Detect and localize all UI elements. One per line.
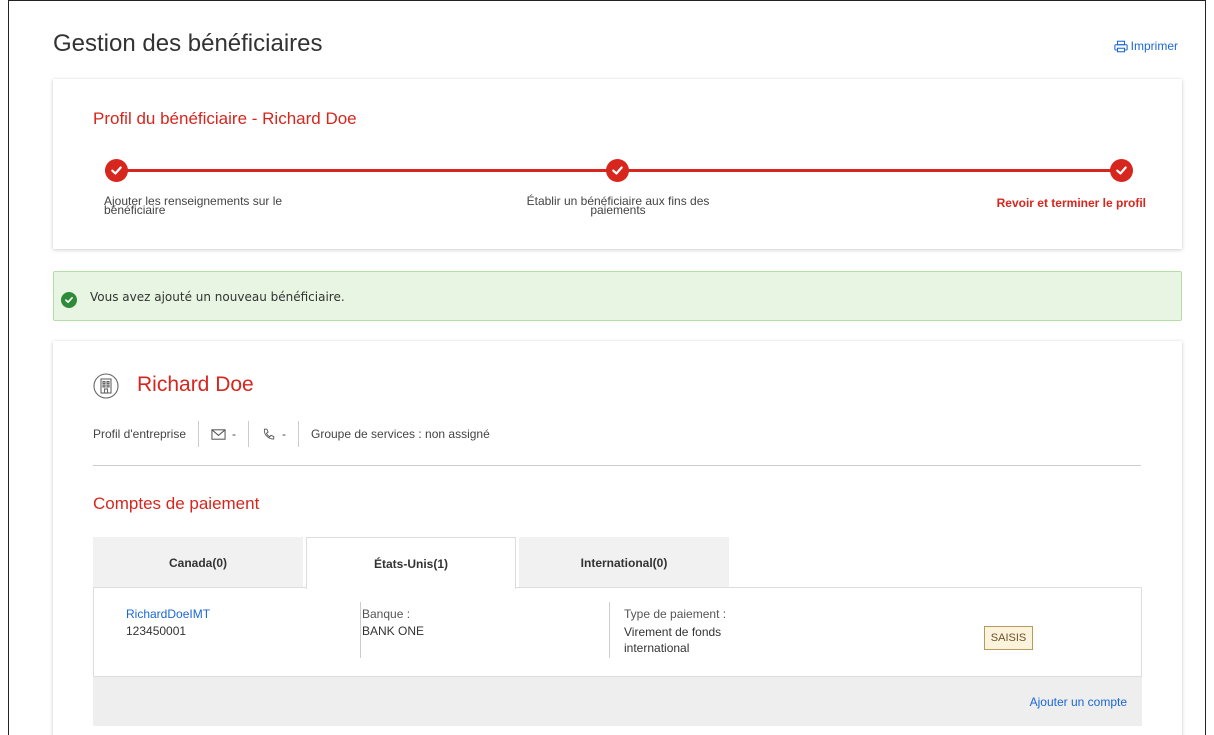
beneficiary-name: Richard Doe (137, 373, 254, 396)
email-info: - (198, 421, 248, 447)
printer-icon (1114, 40, 1128, 52)
print-button[interactable]: Imprimer (1114, 39, 1178, 53)
phone-info: - (248, 421, 298, 447)
payment-type-label: Type de paiement : (624, 607, 727, 621)
column-separator (360, 602, 361, 658)
status-badge: SAISIS (984, 626, 1033, 650)
beneficiary-detail-card: Richard Doe Profil d'entreprise - - Grou… (53, 341, 1182, 735)
add-account-link[interactable]: Ajouter un compte (1030, 695, 1127, 709)
step-1-label: Ajouter les renseignements sur le bénéfi… (104, 194, 283, 217)
bank-value: BANK ONE (362, 624, 425, 638)
phone-value: - (282, 427, 286, 441)
success-message: Vous avez ajouté un nouveau bénéficiaire… (90, 290, 345, 304)
service-group: Groupe de services : non assigné (298, 421, 502, 447)
page-title: Gestion des bénéficiaires (53, 30, 323, 57)
profile-type: Profil d'entreprise (93, 427, 186, 441)
step-2-label: Établir un bénéficiaire aux fins des pai… (526, 194, 710, 217)
section-divider (93, 465, 1141, 466)
tab-canada[interactable]: Canada(0) (93, 537, 303, 588)
account-row: RichardDoeIMT 123450001 Banque : BANK ON… (93, 587, 1142, 677)
beneficiary-meta-row: Profil d'entreprise - - Groupe de servic… (93, 421, 502, 447)
step-2-check-icon (606, 159, 629, 182)
print-label: Imprimer (1130, 39, 1178, 53)
success-banner: Vous avez ajouté un nouveau bénéficiaire… (53, 271, 1182, 321)
phone-icon (263, 428, 275, 439)
column-separator (609, 602, 610, 658)
email-value: - (232, 427, 236, 441)
account-tabs: Canada(0) États-Unis(1) International(0) (93, 537, 732, 589)
step-3-check-icon (1110, 159, 1133, 182)
account-name-link[interactable]: RichardDoeIMT (126, 607, 210, 621)
tab-united-states[interactable]: États-Unis(1) (306, 537, 516, 589)
account-footer-bar: Ajouter un compte (93, 677, 1142, 726)
building-icon (93, 373, 119, 399)
bank-label: Banque : (362, 607, 411, 621)
step-1-check-icon (105, 159, 128, 182)
payment-accounts-title: Comptes de paiement (93, 494, 260, 513)
stepper-title: Profil du bénéficiaire - Richard Doe (93, 109, 357, 128)
account-number: 123450001 (126, 624, 187, 638)
success-check-icon (61, 292, 77, 308)
stepper-card: Profil du bénéficiaire - Richard Doe Ajo… (53, 79, 1182, 249)
payment-type-value: Virement de fonds international (624, 625, 722, 655)
step-3-label: Revoir et terminer le profil (996, 196, 1146, 210)
tab-international[interactable]: International(0) (519, 537, 729, 588)
envelope-icon (211, 428, 226, 440)
